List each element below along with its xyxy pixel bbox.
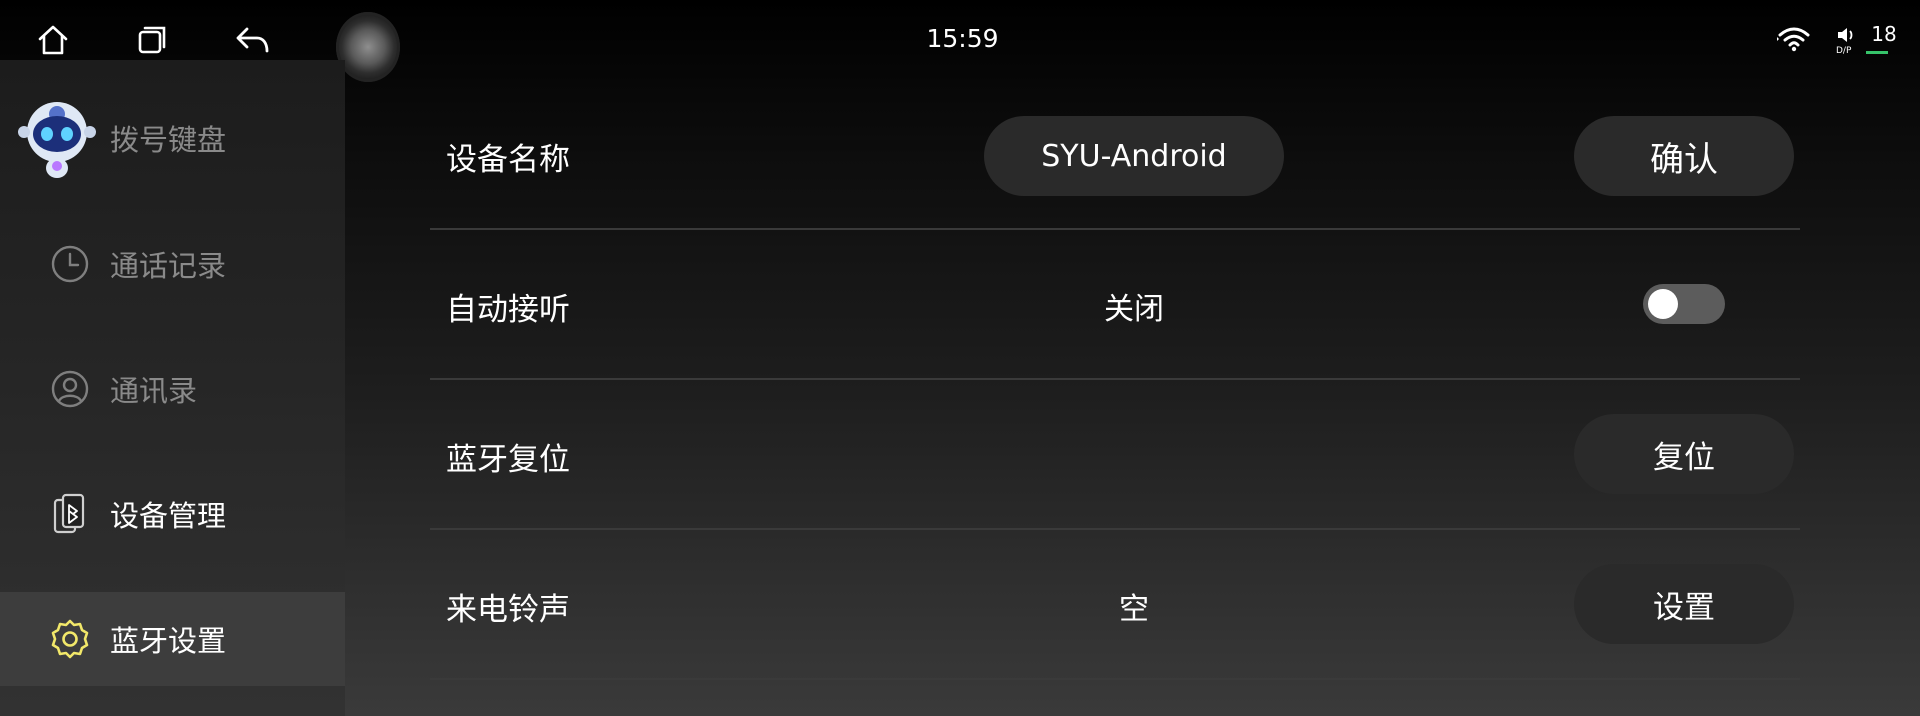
screen: 15:59 D/P 18 拨号键盘 通话记录 通讯录 设备管理 蓝牙设置 设备名…: [0, 0, 1920, 716]
sidebar-item-dialpad[interactable]: 拨号键盘: [0, 92, 345, 184]
contact-icon: [48, 367, 92, 411]
sidebar-item-label: 通话记录: [110, 249, 227, 283]
device-name-label: 设备名称: [446, 142, 570, 178]
sidebar-item-bluetooth-settings[interactable]: 蓝牙设置: [0, 592, 345, 686]
sidebar-item-label: 拨号键盘: [110, 123, 227, 157]
home-icon[interactable]: [31, 18, 75, 62]
volume-indicator-bar: [1866, 51, 1888, 54]
sidebar-item-device-management[interactable]: 设备管理: [0, 468, 345, 560]
ringtone-label: 来电铃声: [446, 592, 570, 628]
auto-answer-status: 关闭: [1104, 292, 1164, 327]
reset-button[interactable]: 复位: [1574, 414, 1794, 494]
sidebar-item-label: 通讯录: [110, 374, 198, 408]
back-icon[interactable]: [230, 18, 274, 62]
device-name-field[interactable]: SYU-Android: [984, 116, 1284, 196]
sidebar-item-contacts[interactable]: 通讯录: [0, 343, 345, 435]
clock: 15:59: [926, 24, 999, 53]
speaker-dsp-icon: D/P: [1836, 28, 1858, 58]
setting-row-ringtone: 来电铃声 空 设置: [430, 528, 1800, 680]
setting-row-device-name: 设备名称 SYU-Android 确认: [430, 78, 1800, 230]
volume-level: 18: [1871, 22, 1897, 46]
setting-row-auto-answer: 自动接听 关闭: [430, 228, 1800, 380]
svg-text:D/P: D/P: [1836, 46, 1852, 54]
sidebar-item-call-log[interactable]: 通话记录: [0, 218, 345, 310]
sidebar-item-label: 蓝牙设置: [110, 624, 227, 658]
bluetooth-device-icon: [48, 492, 92, 536]
bluetooth-reset-label: 蓝牙复位: [446, 442, 570, 478]
wifi-icon: [1776, 26, 1812, 56]
gear-icon: [48, 617, 92, 661]
auto-answer-toggle[interactable]: [1643, 284, 1725, 324]
clock-icon: [48, 242, 92, 286]
setting-row-bluetooth-reset: 蓝牙复位 复位: [430, 378, 1800, 530]
confirm-button[interactable]: 确认: [1574, 116, 1794, 196]
ringtone-value: 空: [1119, 592, 1149, 627]
toggle-knob: [1648, 289, 1678, 319]
set-ringtone-button[interactable]: 设置: [1574, 564, 1794, 644]
recent-apps-icon[interactable]: [130, 18, 174, 62]
assistive-ball[interactable]: [336, 12, 400, 82]
auto-answer-label: 自动接听: [446, 292, 570, 328]
sidebar-item-label: 设备管理: [110, 499, 227, 533]
